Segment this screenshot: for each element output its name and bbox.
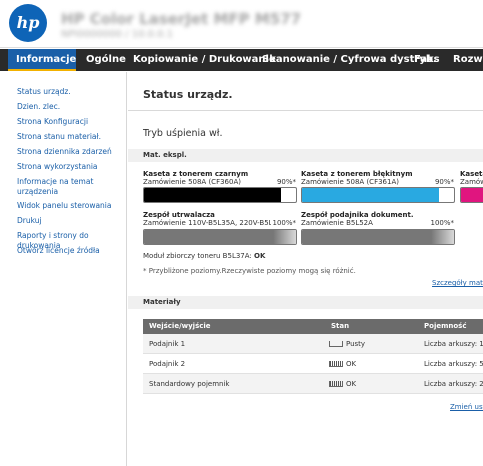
tab-ogolne[interactable]: Ogólne [86,49,126,71]
sidebar-item-control-panel[interactable]: Widok panelu sterowania [17,201,112,211]
tray-name: Podajnik 2 [149,360,186,368]
supply-level-bar [460,187,483,203]
materials-section-header: Materiały [128,296,483,309]
supply-order: Zamówieni [460,178,483,186]
tray-name: Podajnik 1 [149,340,186,348]
header: hp HP Color LaserJet MFP M577 NPI0000000… [0,0,483,48]
sidebar: Status urządz. Dzien. zlec. Strona Konfi… [0,72,127,466]
column-header-io: Wejście/wyjście [149,322,211,330]
supply-percent: 100%* [430,219,454,227]
supply-order: Zamówienie 508A (CF360A) [143,178,241,186]
tray-icon [329,381,343,387]
printer-subtitle: NPI0000000 / 10.0.0.1 [61,29,174,40]
divider [128,110,483,111]
tab-faks[interactable]: Faks [414,49,440,71]
supply-level-bar [301,229,455,245]
sidebar-item-event-log[interactable]: Strona dziennika zdarzeń [17,147,112,157]
supply-title: Kaseta z tonerem czarnym [143,170,249,178]
column-header-status: Stan [331,322,350,330]
waste-toner-value: OK [254,252,266,260]
sleep-status: Tryb uśpienia wł. [143,128,223,139]
supply-percent: 90%* [434,178,454,186]
column-header-capacity: Pojemność [424,322,467,330]
supply-level-fill [302,188,439,202]
hp-logo[interactable]: hp [9,4,47,42]
supply-level-fill [144,188,281,202]
tab-informacje[interactable]: Informacje [8,49,76,71]
supply-title: Kaseta z tonerem błękitnym [301,170,413,178]
printer-name: HP Color LaserJet MFP M577 [61,10,302,28]
supply-level-fill [144,230,296,244]
supply-title: Kaseta z [460,170,483,178]
sidebar-item-licenses[interactable]: Otwórz licencje źródła [17,246,100,256]
table-row: Podajnik 1 Pusty Liczba arkuszy: 100 [143,334,483,354]
tray-status: Pusty [346,340,366,348]
supply-level-fill [461,188,483,202]
supply-level-fill [302,230,454,244]
tray-capacity: Liczba arkuszy: 100 [424,340,483,348]
supplies-section-label: Mat. ekspl. [143,151,187,159]
supply-order: Zamówienie 110V-B5L35A, 220V-B5L3... [143,219,271,227]
supply-order: Zamówienie B5L52A [301,219,373,227]
tray-status: OK [346,360,357,368]
page-title: Status urządz. [143,88,233,101]
main-content: Status urządz. Tryb uśpienia wł. Mat. ek… [128,72,483,466]
tray-name: Standardowy pojemnik [149,380,230,388]
supply-level-bar [143,187,297,203]
sidebar-item-supplies-status[interactable]: Strona stanu materiał. [17,132,101,142]
supply-title: Zespół utrwalacza [143,211,215,219]
tray-icon [329,341,343,347]
approx-levels-note: * Przybliżone poziomy.Rzeczywiste poziom… [143,267,356,275]
sidebar-item-config-page[interactable]: Strona Konfiguracji [17,117,88,127]
tab-rozwiazywanie[interactable]: Rozw. p [453,49,483,71]
supply-title: Zespół podajnika dokument. [301,211,414,219]
table-row: Podajnik 2 OK Liczba arkuszy: 550 [143,354,483,374]
sidebar-item-print[interactable]: Drukuj [17,216,42,226]
sidebar-item-device-info[interactable]: Informacje na temat urządzenia [17,177,117,197]
supply-level-bar [301,187,455,203]
supplies-details-link[interactable]: Szczegóły mater [432,279,483,287]
hp-logo-text: hp [16,13,40,32]
supply-order: Zamówienie 508A (CF361A) [301,178,399,186]
materials-section-label: Materiały [143,298,181,306]
supplies-section-header: Mat. ekspl. [128,149,483,162]
waste-toner-status: Moduł zbiorczy toneru B5L37A: OK [143,252,265,260]
supply-percent: 90%* [276,178,296,186]
sidebar-item-job-log[interactable]: Dzien. zlec. [17,102,60,112]
table-row: Standardowy pojemnik OK Liczba arkuszy: … [143,374,483,394]
tray-capacity: Liczba arkuszy: 550 [424,360,483,368]
tab-skanowanie[interactable]: Skanowanie / Cyfrowa dystryb. [262,49,437,71]
supply-percent: 100%* [272,219,296,227]
waste-toner-label: Moduł zbiorczy toneru B5L37A: [143,252,252,260]
tray-status: OK [346,380,357,388]
tray-icon [329,361,343,367]
sidebar-item-usage[interactable]: Strona wykorzystania [17,162,98,172]
supply-level-bar [143,229,297,245]
tab-bar: Informacje Ogólne Kopiowanie / Drukowani… [0,49,483,71]
tab-kopiowanie-drukowanie[interactable]: Kopiowanie / Drukowanie [133,49,276,71]
tray-capacity: Liczba arkuszy: 250 [424,380,483,388]
change-settings-link[interactable]: Zmień usta [450,403,483,411]
table-header: Wejście/wyjście Stan Pojemność [143,319,483,334]
sidebar-item-status[interactable]: Status urządz. [17,87,71,97]
